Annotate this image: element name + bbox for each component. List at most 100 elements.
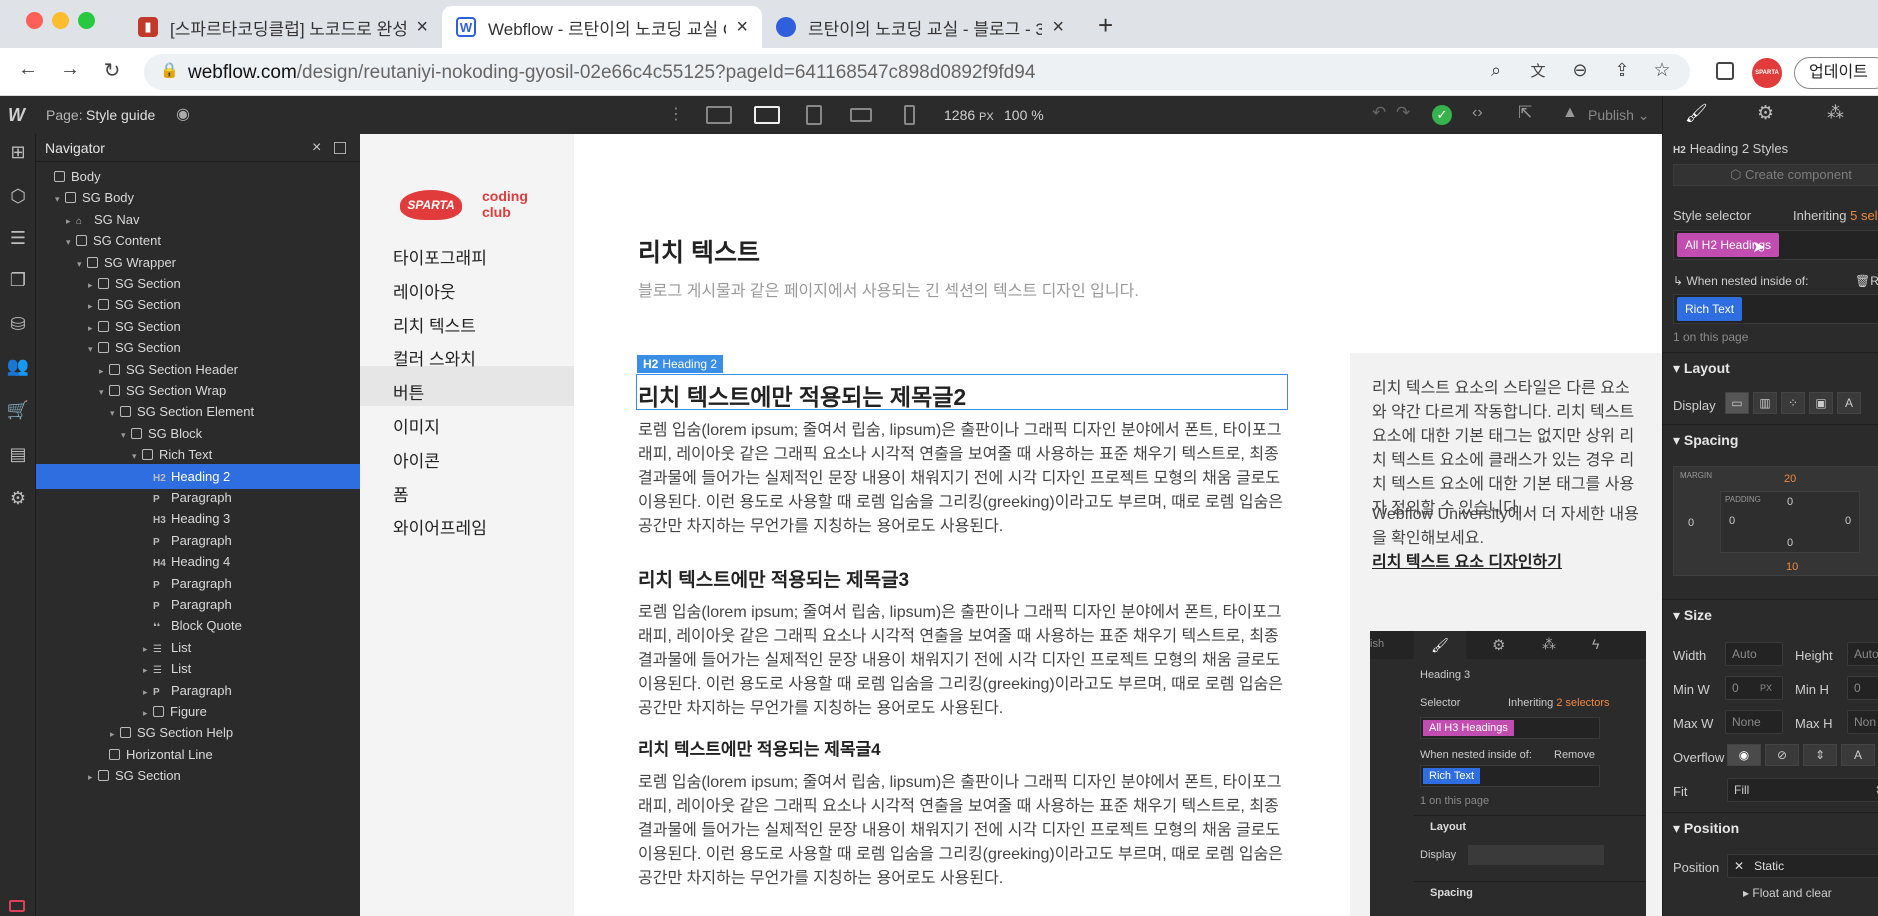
min-height-input[interactable]: 0: [1847, 676, 1878, 700]
display-flex-button[interactable]: ▥: [1753, 392, 1777, 414]
style-selector-field[interactable]: All H2 Headings ➤: [1673, 230, 1878, 260]
display-inline-button[interactable]: A: [1837, 392, 1861, 414]
float-clear-toggle[interactable]: ▸ Float and clear: [1743, 886, 1832, 900]
settings-gear-icon[interactable]: ⚙: [6, 488, 30, 512]
site-menu-item[interactable]: 이미지: [393, 413, 440, 438]
nested-selector-field[interactable]: Rich Text: [1673, 294, 1878, 324]
site-menu-item[interactable]: 리치 텍스트: [393, 312, 476, 337]
settings-gear-icon[interactable]: ⚙: [1757, 102, 1774, 125]
style-brush-icon[interactable]: 🖌: [1685, 103, 1708, 124]
size-section-header[interactable]: ▾ Size: [1663, 599, 1878, 629]
translate-icon[interactable]: 文: [1526, 60, 1550, 81]
padding-top-value[interactable]: 0: [1787, 496, 1793, 508]
assets-images-icon[interactable]: ▤: [6, 444, 30, 468]
dock-panel-icon[interactable]: [334, 142, 346, 154]
breakpoint-mobile-icon[interactable]: [904, 105, 915, 125]
selected-element-tag[interactable]: H2 Heading 2: [637, 355, 724, 373]
fit-select[interactable]: Fill ⇕: [1727, 778, 1878, 802]
tree-caret-icon[interactable]: ▸: [88, 765, 98, 790]
site-menu-item[interactable]: 타이포그래피: [393, 244, 487, 269]
publish-button[interactable]: Publish ⌄: [1588, 107, 1650, 124]
rich-heading-4[interactable]: 리치 텍스트에만 적용되는 제목글4: [638, 735, 881, 760]
browser-tab-1[interactable]: ▮ [스파르타코딩클럽] 노코드로 완성도 ×: [124, 6, 442, 48]
site-menu-item[interactable]: 폼: [393, 481, 409, 506]
padding-bottom-value[interactable]: 0: [1787, 537, 1793, 549]
update-button[interactable]: 업데이트: [1794, 57, 1878, 89]
eye-icon[interactable]: ◉: [176, 104, 190, 124]
more-vertical-icon[interactable]: ⋮: [668, 104, 684, 124]
zoom-window-dot[interactable]: [78, 12, 95, 29]
navigator-row[interactable]: ▸ SG Section: [36, 763, 360, 788]
browser-tab-2-active[interactable]: W Webflow - 르탄이의 노코딩 교실 C ×: [442, 6, 762, 48]
spacing-section-header[interactable]: ▾ Spacing: [1663, 424, 1878, 454]
site-menu-item[interactable]: 와이어프레임: [393, 514, 487, 539]
forward-arrow-icon[interactable]: →: [56, 58, 84, 81]
display-block-button[interactable]: ▭: [1725, 392, 1749, 414]
margin-top-value[interactable]: 20: [1784, 473, 1796, 485]
tab-close-icon[interactable]: ×: [416, 16, 428, 39]
rich-heading-3[interactable]: 리치 텍스트에만 적용되는 제목글3: [638, 565, 909, 592]
ecommerce-cart-icon[interactable]: 🛒: [6, 400, 30, 424]
breakpoint-large-icon[interactable]: [706, 106, 732, 124]
zoom-out-icon[interactable]: ⊖: [1568, 60, 1592, 81]
rich-paragraph-2[interactable]: 로렘 입숨(lorem ipsum; 줄여서 립숨, lipsum)은 출판이나…: [638, 601, 1288, 721]
export-icon[interactable]: ⇱: [1518, 103, 1532, 123]
site-menu-item[interactable]: 레이아웃: [393, 278, 456, 303]
position-select[interactable]: ✕ Static: [1727, 854, 1878, 878]
undo-icon[interactable]: ↶: [1372, 103, 1386, 123]
create-component-button[interactable]: ⬡ Create component: [1673, 164, 1878, 186]
site-menu-item[interactable]: 아이콘: [393, 447, 440, 472]
browser-tab-3[interactable]: 르탄이의 노코딩 교실 - 블로그 - 30 ×: [762, 6, 1078, 48]
new-tab-plus-icon[interactable]: +: [1098, 10, 1113, 41]
overflow-scroll-icon[interactable]: ⇕: [1803, 744, 1837, 766]
share-icon[interactable]: ⇪: [1610, 60, 1634, 81]
padding-right-value[interactable]: 0: [1845, 515, 1851, 527]
max-height-input[interactable]: Non: [1847, 710, 1878, 734]
minimize-window-dot[interactable]: [52, 12, 69, 29]
max-width-input[interactable]: None: [1725, 710, 1783, 734]
sparta-logo[interactable]: SPARTA: [400, 190, 462, 220]
cms-database-icon[interactable]: ⛁: [6, 314, 30, 338]
navigator-layers-icon[interactable]: ☰: [6, 228, 30, 252]
help-link[interactable]: 리치 텍스트 요소 디자인하기: [1372, 551, 1644, 575]
display-grid-button[interactable]: ⁘: [1781, 392, 1805, 414]
interactions-drops-icon[interactable]: ⁂: [1827, 103, 1844, 123]
site-menu-item[interactable]: 버튼: [393, 379, 424, 404]
redo-icon[interactable]: ↷: [1396, 103, 1410, 123]
margin-left-value[interactable]: 0: [1688, 517, 1694, 529]
breakpoint-desktop-icon[interactable]: [754, 106, 780, 124]
close-window-dot[interactable]: [26, 12, 43, 29]
inheriting-count[interactable]: 5 sele: [1850, 208, 1878, 223]
tab-close-icon[interactable]: ×: [736, 16, 748, 39]
address-bar[interactable]: 🔒 webflow.com/design/reutaniyi-nokoding-…: [144, 54, 1690, 90]
nested-pill[interactable]: Rich Text: [1677, 297, 1743, 321]
tab-close-icon[interactable]: ×: [1052, 16, 1064, 39]
overflow-auto-icon[interactable]: A: [1841, 744, 1875, 766]
users-icon[interactable]: 👥: [6, 356, 30, 380]
page-name[interactable]: Style guide: [86, 107, 155, 123]
site-menu-item[interactable]: 컬러 스와치: [393, 345, 476, 370]
remove-nested-button[interactable]: 🗑Re: [1855, 274, 1878, 288]
search-icon[interactable]: ⌕: [1484, 60, 1508, 81]
breakpoint-tablet-icon[interactable]: [806, 105, 822, 125]
overflow-hidden-icon[interactable]: ⊘: [1765, 744, 1799, 766]
layout-section-header[interactable]: ▾ Layout: [1663, 352, 1878, 382]
display-inline-block-button[interactable]: ▣: [1809, 392, 1833, 414]
padding-left-value[interactable]: 0: [1729, 515, 1735, 527]
profile-avatar[interactable]: SPARTA: [1752, 58, 1782, 88]
close-icon[interactable]: ×: [312, 134, 321, 162]
alert-icon[interactable]: [9, 900, 25, 912]
rich-paragraph-1[interactable]: 로렘 입숨(lorem ipsum; 줄여서 립숨, lipsum)은 출판이나…: [638, 419, 1288, 539]
rich-paragraph-3[interactable]: 로렘 입숨(lorem ipsum; 줄여서 립숨, lipsum)은 출판이나…: [638, 771, 1288, 891]
design-canvas[interactable]: SPARTA coding club 타이포그래피 레이아웃 리치 텍스트 컬러 스와…: [360, 134, 1662, 916]
add-plus-icon[interactable]: ⊞: [6, 142, 30, 166]
overflow-visible-eye-icon[interactable]: ◉: [1727, 744, 1761, 766]
pages-icon[interactable]: ❐: [6, 270, 30, 294]
rich-heading-2[interactable]: 리치 텍스트에만 적용되는 제목글2: [638, 378, 966, 412]
height-input[interactable]: Auto: [1847, 642, 1878, 666]
check-status-icon[interactable]: ✓: [1432, 105, 1452, 125]
code-icon[interactable]: ‹›: [1472, 104, 1483, 122]
margin-bottom-value[interactable]: 10: [1786, 561, 1798, 573]
symbols-cube-icon[interactable]: ⬡: [6, 186, 30, 210]
webflow-logo[interactable]: W: [8, 105, 25, 126]
